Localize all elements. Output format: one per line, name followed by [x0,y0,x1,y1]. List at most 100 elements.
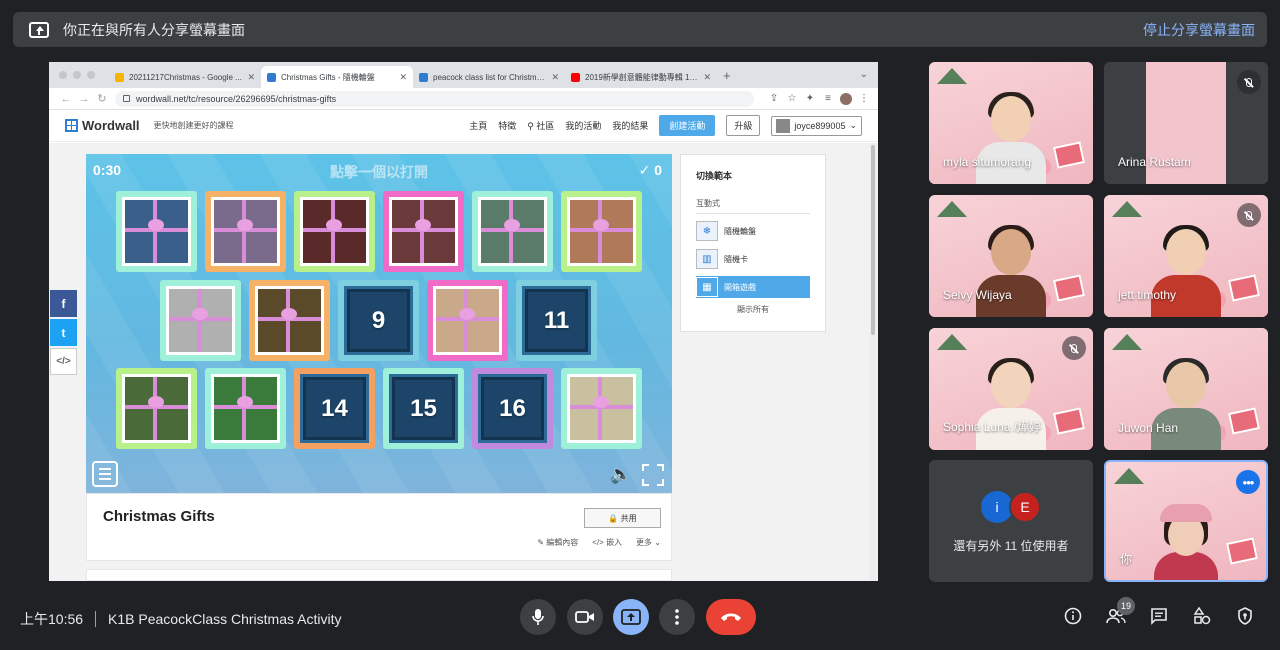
gift-box-wrapped-face [122,197,191,266]
gift-box[interactable] [116,191,197,272]
random-wheel-icon: ❄ [696,221,718,241]
other-participants-tile[interactable]: i E 還有另外 11 位使用者 [929,460,1093,582]
gift-box-number: 15 [410,394,437,422]
show-all-templates-link[interactable]: 顯示所有 [681,304,825,315]
sound-icon[interactable]: 🔈 [610,464,632,485]
browser-menu-icon[interactable]: ⋮ [858,93,870,105]
share-page-icon[interactable]: ⇪ [768,93,780,105]
nav-home[interactable]: 主頁 [469,119,487,132]
more-label: 更多 [636,538,653,547]
participant-tile[interactable]: Selvy Wijaya [929,195,1093,317]
window-zoom-dot[interactable] [87,71,95,79]
twitter-share-icon[interactable]: t [50,319,77,346]
camera-icon [575,611,594,623]
gift-box[interactable]: 9 [338,280,419,361]
gift-box[interactable]: 16 [472,368,553,449]
present-screen-icon [621,609,641,625]
gift-box[interactable] [294,191,375,272]
facebook-share-icon[interactable]: f [50,290,77,317]
browser-tab[interactable]: Christmas Gifts - 隨機輪盤 ✕ [261,66,413,88]
chevron-down-icon: ⌄ [849,120,857,130]
participant-tile[interactable]: Arina Rustam [1104,62,1268,184]
embed-link[interactable]: </> 嵌入 [592,537,622,548]
participant-tile[interactable]: Sophia Luna /燁婷 [929,328,1093,450]
bow-icon [147,395,164,408]
new-tab-button[interactable]: + [723,68,731,83]
camera-button[interactable] [567,599,603,635]
gift-box[interactable]: 14 [294,368,375,449]
chat-icon[interactable] [1149,606,1169,626]
page-scrollbar[interactable] [870,143,876,581]
tab-search-icon[interactable]: ⌄ [860,69,868,80]
gift-box[interactable]: 15 [383,368,464,449]
host-controls-icon[interactable] [1235,606,1255,626]
game-canvas[interactable]: 0:30 點擊一個以打開 ✓ 0 9 11 14 15 16 🔈 [86,154,672,493]
self-tile[interactable]: 你 ••• [1104,460,1268,582]
reload-icon[interactable]: ↻ [93,92,111,105]
meeting-info-icon[interactable] [1063,606,1083,626]
forward-icon[interactable]: → [75,93,93,105]
window-controls [59,71,95,79]
bow-icon [592,395,609,408]
gift-box[interactable]: 11 [516,280,597,361]
reading-list-icon[interactable]: ≡ [822,93,834,105]
browser-tab[interactable]: peacock class list for Christma... ✕ [413,66,565,88]
template-random-wheel[interactable]: ❄ 隨機輪盤 [696,220,810,242]
activities-icon[interactable] [1192,606,1212,626]
gift-box[interactable] [427,280,508,361]
present-now-button[interactable] [613,599,649,635]
username: joyce899005 [794,120,846,131]
more-options-button[interactable] [659,599,695,635]
gift-box[interactable] [561,368,642,449]
tab-close-icon[interactable]: ✕ [399,72,407,83]
nav-my-activities[interactable]: 我的活動 [565,119,601,132]
tab-close-icon[interactable]: ✕ [703,72,711,83]
profile-avatar[interactable] [840,92,852,105]
share-activity-button[interactable]: 🔒 共用 [584,508,661,528]
participant-tile[interactable]: jett timothy [1104,195,1268,317]
window-minimize-dot[interactable] [73,71,81,79]
activity-actions: ✎ 編輯內容 </> 嵌入 更多 ⌄ [537,537,661,548]
gift-box[interactable] [383,191,464,272]
template-open-the-box[interactable]: ▦ 開箱遊戲 [696,276,810,298]
participant-name: Selvy Wijaya [943,288,1012,302]
nav-features[interactable]: 特徵 [498,119,516,132]
gift-box[interactable] [561,191,642,272]
more-options-icon[interactable]: ••• [1236,470,1260,494]
score-value: 0 [654,162,662,178]
user-menu[interactable]: joyce899005 ⌄ [771,115,862,136]
gift-box[interactable] [249,280,330,361]
gift-box-wrapped-face [211,197,280,266]
fullscreen-icon[interactable] [642,464,664,486]
template-random-cards[interactable]: ▥ 隨機卡 [696,248,810,270]
gift-box[interactable] [160,280,241,361]
back-icon[interactable]: ← [57,93,75,105]
gift-box[interactable] [116,368,197,449]
gift-box[interactable] [205,368,286,449]
tab-close-icon[interactable]: ✕ [247,72,255,83]
game-menu-icon[interactable] [92,461,118,487]
address-bar[interactable]: wordwall.net/tc/resource/26296695/christ… [115,90,754,107]
participant-tile[interactable]: Juwon Han [1104,328,1268,450]
extensions-icon[interactable]: ✦ [804,93,816,105]
browser-tab[interactable]: 2019新學創意體能律動專輯 10 ... ✕ [565,66,717,88]
bookmark-star-icon[interactable]: ☆ [786,93,798,105]
leave-call-button[interactable] [706,599,756,635]
stop-sharing-button[interactable]: 停止分享螢幕畫面 [1143,20,1255,40]
upgrade-button[interactable]: 升級 [726,115,761,136]
nav-community[interactable]: ⚲ 社區 [527,119,554,132]
nav-my-results[interactable]: 我的結果 [612,119,648,132]
gift-box[interactable] [205,191,286,272]
microphone-button[interactable] [520,599,556,635]
participant-tile[interactable]: myla situmorang [929,62,1093,184]
wordwall-logo[interactable]: Wordwall [65,118,140,133]
browser-tab[interactable]: 20211217Christmas - Google ... ✕ [109,66,261,88]
embed-code-icon[interactable]: </> [50,348,77,375]
window-close-dot[interactable] [59,71,67,79]
create-activity-button[interactable]: 創建活動 [659,115,716,136]
tab-close-icon[interactable]: ✕ [551,72,559,83]
more-menu[interactable]: 更多 ⌄ [636,537,661,548]
edit-content-link[interactable]: ✎ 編輯內容 [537,537,578,548]
gift-box[interactable] [472,191,553,272]
switch-template-panel: 切換範本 互動式 ❄ 隨機輪盤 ▥ 隨機卡 ▦ 開箱遊戲 顯示所有 [680,154,826,332]
